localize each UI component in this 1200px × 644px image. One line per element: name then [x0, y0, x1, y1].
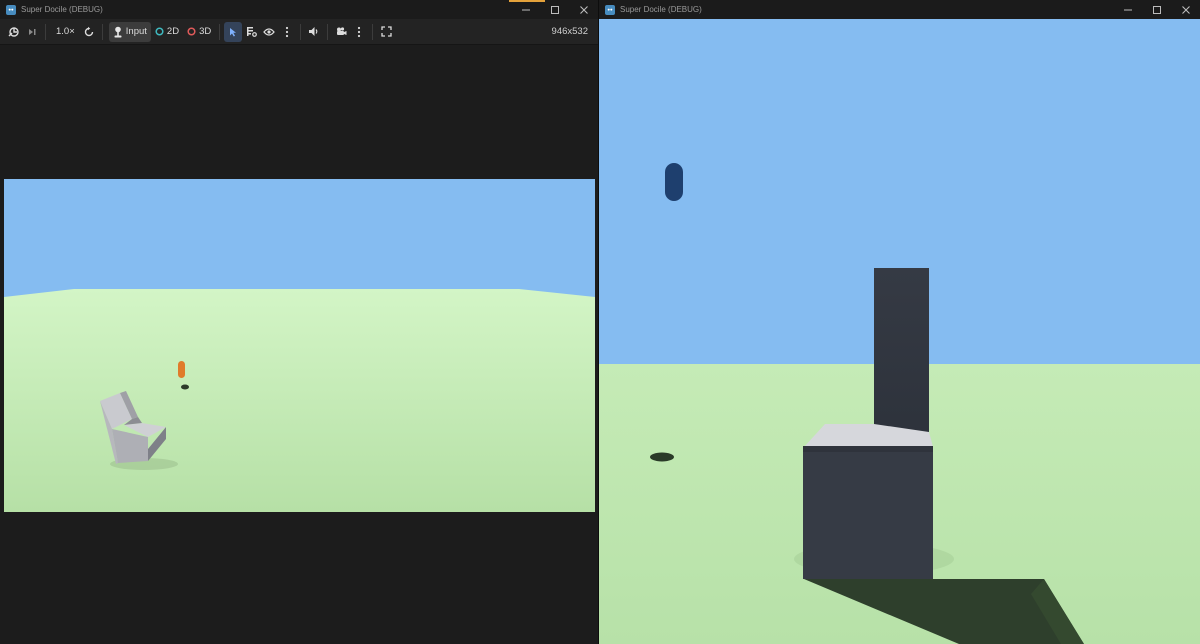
camera-icon[interactable]	[332, 22, 350, 42]
input-joystick-icon	[114, 26, 122, 37]
select-arrow-icon[interactable]	[224, 21, 243, 42]
game-viewport-area[interactable]	[0, 45, 598, 644]
ground-plane	[4, 289, 595, 512]
input-toggle-button[interactable]: Input	[108, 21, 151, 42]
embed-icon[interactable]	[5, 22, 23, 42]
toolbar-separator	[372, 23, 374, 40]
game-toolbar: 1.0× Input 2D 3D 946x532	[0, 19, 598, 45]
player-capsule	[178, 361, 185, 378]
lower-cube	[803, 446, 933, 579]
left-game-window: Super Docile (DEBUG) 1.0× Input 2D 3D 94…	[0, 0, 598, 644]
eye-icon[interactable]	[260, 22, 278, 42]
minimize-icon[interactable]	[511, 0, 540, 19]
enemy-capsule	[665, 163, 683, 201]
window-title: Super Docile (DEBUG)	[21, 5, 103, 14]
toolbar-separator	[300, 23, 302, 40]
godot-icon	[605, 4, 615, 15]
input-label: Input	[125, 26, 147, 37]
mode-2d-button[interactable]: 2D	[151, 22, 183, 42]
reset-speed-icon[interactable]	[80, 22, 98, 42]
next-frame-icon[interactable]	[23, 22, 41, 42]
godot-icon	[6, 4, 16, 15]
right-titlebar[interactable]: Super Docile (DEBUG)	[599, 0, 1200, 19]
close-icon[interactable]	[1171, 0, 1200, 19]
minimize-icon[interactable]	[1113, 0, 1142, 19]
toolbar-separator	[45, 23, 46, 40]
left-game-view[interactable]	[4, 179, 595, 512]
3d-circle-icon	[187, 27, 196, 36]
toolbar-separator	[101, 23, 103, 40]
maximize-icon[interactable]	[540, 0, 569, 19]
tall-tower	[874, 268, 929, 443]
accent-strip	[509, 0, 545, 2]
player-shadow	[181, 384, 189, 390]
more-icon[interactable]	[350, 22, 368, 42]
window-title: Super Docile (DEBUG)	[620, 5, 702, 14]
close-icon[interactable]	[569, 0, 598, 19]
toolbar-separator	[327, 23, 329, 40]
2d-circle-icon	[155, 27, 164, 36]
resolution-label: 946x532	[551, 26, 588, 37]
mode-3d-button[interactable]: 3D	[183, 22, 215, 42]
audio-icon[interactable]	[305, 22, 323, 42]
list-icon[interactable]	[242, 22, 260, 42]
right-game-window: Super Docile (DEBUG)	[599, 0, 1200, 644]
right-game-view[interactable]	[599, 19, 1200, 644]
enemy-shadow	[650, 452, 674, 462]
mode-3d-label: 3D	[199, 26, 212, 37]
left-titlebar[interactable]: Super Docile (DEBUG)	[0, 0, 598, 19]
fullscreen-icon[interactable]	[377, 22, 395, 42]
more-icon[interactable]	[278, 22, 296, 42]
speed-button[interactable]: 1.0×	[56, 22, 75, 42]
mode-2d-label: 2D	[166, 26, 180, 37]
toolbar-separator	[219, 23, 221, 40]
maximize-icon[interactable]	[1142, 0, 1171, 19]
